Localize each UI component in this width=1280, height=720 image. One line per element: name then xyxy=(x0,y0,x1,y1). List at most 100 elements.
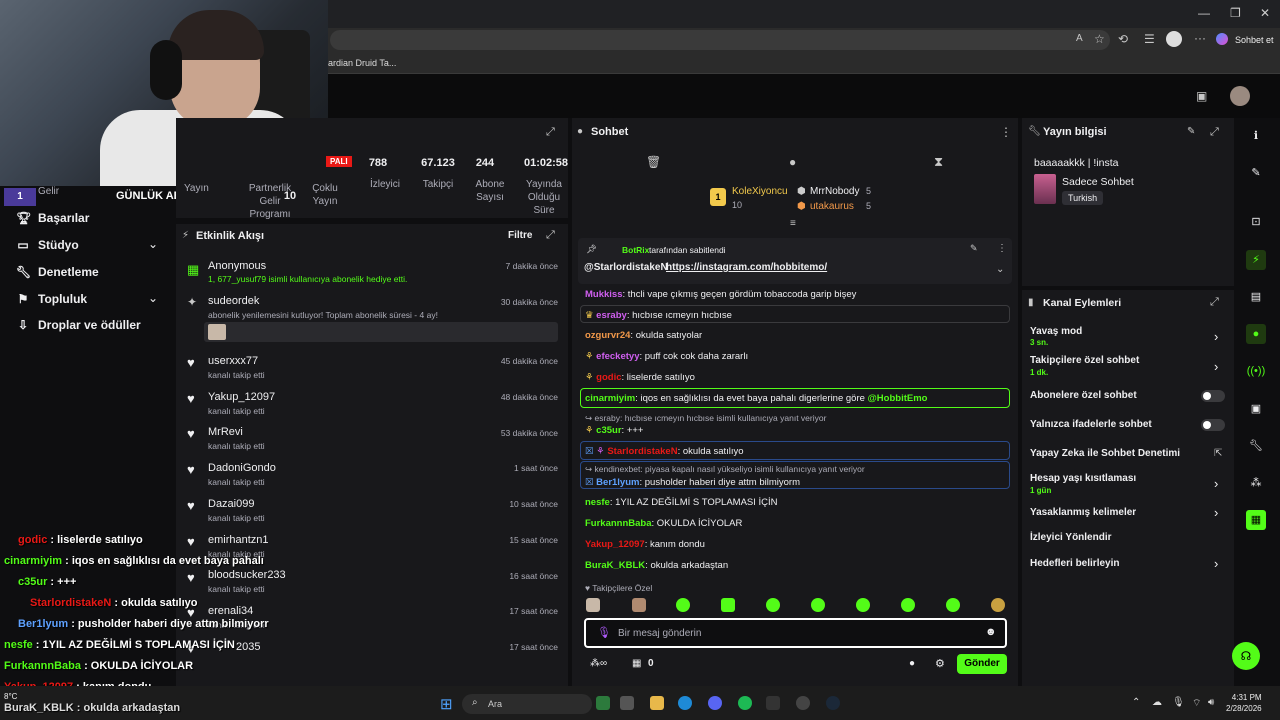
sidebar-item-moderation[interactable]: 🔧︎ Denetleme xyxy=(16,265,99,279)
emoji-icon[interactable]: ☻ xyxy=(985,626,997,638)
avatar[interactable] xyxy=(1230,86,1250,106)
feed-row-name[interactable]: erenali34 xyxy=(208,605,253,617)
edit-icon[interactable]: ✎ xyxy=(1246,163,1266,183)
sidebar-item-achievements[interactable]: 🏆︎ Başarılar xyxy=(16,211,89,225)
layout-icon[interactable]: ▣ xyxy=(1246,399,1266,419)
chat-username[interactable]: Yakup_12097 xyxy=(585,539,645,550)
leader-name[interactable]: MrrNobody xyxy=(810,186,859,197)
spotify-icon[interactable] xyxy=(738,696,752,710)
chat-username[interactable]: FurkannnBaba xyxy=(585,518,652,529)
chat-username[interactable]: godic xyxy=(596,372,621,383)
chat-icon[interactable]: ● xyxy=(1246,324,1266,344)
address-bar[interactable] xyxy=(330,30,1110,50)
terminal-icon[interactable] xyxy=(766,696,780,710)
emote-button[interactable] xyxy=(856,598,870,612)
taskbar-clock[interactable]: 4:31 PM 2/28/2026 xyxy=(1226,692,1262,714)
screenshot-icon[interactable]: ⊡ xyxy=(1246,212,1266,232)
chevron-right-icon[interactable]: › xyxy=(1214,359,1218,374)
feed-row-name[interactable]: MrRevi xyxy=(208,426,243,438)
discord-icon[interactable] xyxy=(708,696,722,710)
feed-row-name[interactable]: userxxx77 xyxy=(208,355,258,367)
support-icon[interactable]: ☊ xyxy=(1232,642,1260,670)
file-explorer-icon[interactable] xyxy=(650,696,664,710)
minimize-icon[interactable]: — xyxy=(1198,6,1210,20)
chevron-up-icon[interactable]: ⌃ xyxy=(1132,697,1140,708)
chevron-down-icon[interactable]: ⌄ xyxy=(148,237,158,251)
chat-username[interactable]: ozgurvr24 xyxy=(585,330,630,341)
read-aloud-icon[interactable]: A xyxy=(1076,33,1083,44)
hourglass-icon[interactable]: ⧗ xyxy=(934,154,943,170)
popout-icon[interactable]: ⤢ xyxy=(1210,126,1219,139)
chat-username[interactable]: BuraK_KBLK xyxy=(585,560,645,571)
popout-icon[interactable]: ⤢ xyxy=(546,126,555,139)
microphone-icon[interactable]: 🎙︎ xyxy=(597,626,611,639)
network-icon[interactable]: ☁ xyxy=(1152,697,1162,708)
feed-row-name[interactable]: Dazai099 xyxy=(208,498,254,510)
feed-row-name[interactable]: bloodsucker233 xyxy=(208,569,286,581)
action-banned-words[interactable]: Yasaklanmış kelimeler xyxy=(1030,507,1136,518)
emote-only-toggle[interactable] xyxy=(1201,419,1225,431)
filter-button[interactable]: Filtre xyxy=(508,230,532,241)
info-icon[interactable]: ℹ︎ xyxy=(1246,126,1266,146)
emote-button[interactable] xyxy=(632,598,646,612)
more-menu-icon[interactable]: ··· xyxy=(1194,31,1206,45)
leader-name[interactable]: utakaurus xyxy=(810,201,854,212)
chat-bubble-icon[interactable]: ● xyxy=(789,155,796,169)
chat-username[interactable]: Ber1lyum xyxy=(596,477,639,488)
action-followers-only[interactable]: Takipçilere özel sohbet xyxy=(1030,355,1139,366)
emote-button[interactable] xyxy=(586,598,600,612)
chat-username[interactable]: nesfe xyxy=(585,497,610,508)
close-icon[interactable]: ✕ xyxy=(1260,6,1270,20)
chat-username[interactable]: efecketyy xyxy=(596,351,639,362)
wifi-icon[interactable]: ⌔ xyxy=(1192,697,1201,710)
lightning-icon[interactable]: ⚡︎ xyxy=(1246,250,1266,270)
bookmark-item[interactable]: ardian Druid Ta... xyxy=(328,58,396,68)
pinned-link[interactable]: https://instagram.com/hobbitemo/ xyxy=(666,262,827,273)
wallet-icon[interactable]: ▣ xyxy=(1196,89,1207,103)
community-icon[interactable]: ⁂ xyxy=(1246,473,1266,493)
chat-bubble-icon[interactable]: ● xyxy=(909,658,915,669)
volume-icon[interactable]: 🔊︎ xyxy=(1208,697,1214,708)
emote-button[interactable] xyxy=(766,598,780,612)
favorites-icon[interactable]: ☰ xyxy=(1144,32,1155,46)
chevron-right-icon[interactable]: › xyxy=(1214,329,1218,344)
trash-icon[interactable]: 🗑︎ xyxy=(646,155,661,169)
more-menu-icon[interactable]: ⋮ xyxy=(997,243,1007,254)
action-subscribers-only[interactable]: Abonelere özel sohbet xyxy=(1030,390,1137,401)
more-menu-icon[interactable]: ⋮ xyxy=(1000,125,1012,139)
category-thumbnail[interactable] xyxy=(1034,174,1056,204)
task-view-icon[interactable] xyxy=(620,696,634,710)
broadcast-icon[interactable]: ((•)) xyxy=(1246,361,1266,381)
chat-username[interactable]: esraby xyxy=(596,310,627,321)
action-goals[interactable]: Hedefleri belirleyin xyxy=(1030,558,1119,569)
edit-icon[interactable]: ✎ xyxy=(1187,126,1195,137)
emote-button[interactable] xyxy=(991,598,1005,612)
popout-icon[interactable]: ⤢ xyxy=(546,229,555,242)
leaderboard-toggle-icon[interactable]: ≡ xyxy=(790,218,796,229)
extensions-icon[interactable]: ⟲ xyxy=(1118,32,1128,46)
favorite-star-icon[interactable]: ☆ xyxy=(1094,32,1105,46)
action-emote-only[interactable]: Yalnızca ifadelerle sohbet xyxy=(1030,419,1152,430)
feed-row-name[interactable]: emirhantzn1 xyxy=(208,534,269,546)
subscribers-only-toggle[interactable] xyxy=(1201,390,1225,402)
chat-username[interactable]: c35ur xyxy=(596,425,621,436)
chat-input[interactable]: Bir mesaj gönderin xyxy=(618,628,701,639)
chevron-right-icon[interactable]: › xyxy=(1214,556,1218,571)
feed-row-name[interactable]: DadoniGondo xyxy=(208,462,276,474)
pin-icon[interactable]: ✎ xyxy=(970,243,978,254)
steam-icon[interactable] xyxy=(826,696,840,710)
feed-row-name[interactable]: Anonymous xyxy=(208,260,266,272)
emote-button[interactable] xyxy=(946,598,960,612)
feed-row-name[interactable]: Yakup_12097 xyxy=(208,391,275,403)
microphone-icon[interactable]: 🎙︎ xyxy=(1172,697,1185,708)
profile-icon[interactable] xyxy=(1166,31,1182,47)
windows-start-icon[interactable]: ⊞ xyxy=(440,695,453,713)
chevron-right-icon[interactable]: › xyxy=(1214,505,1218,520)
category-name[interactable]: Sadece Sohbet xyxy=(1062,176,1134,188)
emote-button[interactable] xyxy=(901,598,915,612)
edge-icon[interactable] xyxy=(678,696,692,710)
chat-copilot-button[interactable]: Sohbet et xyxy=(1235,35,1274,45)
action-slow-mode[interactable]: Yavaş mod xyxy=(1030,326,1082,337)
sidebar-item-drops[interactable]: ⇩ Droplar ve ödüller xyxy=(16,318,141,332)
app-icon[interactable] xyxy=(596,696,610,710)
